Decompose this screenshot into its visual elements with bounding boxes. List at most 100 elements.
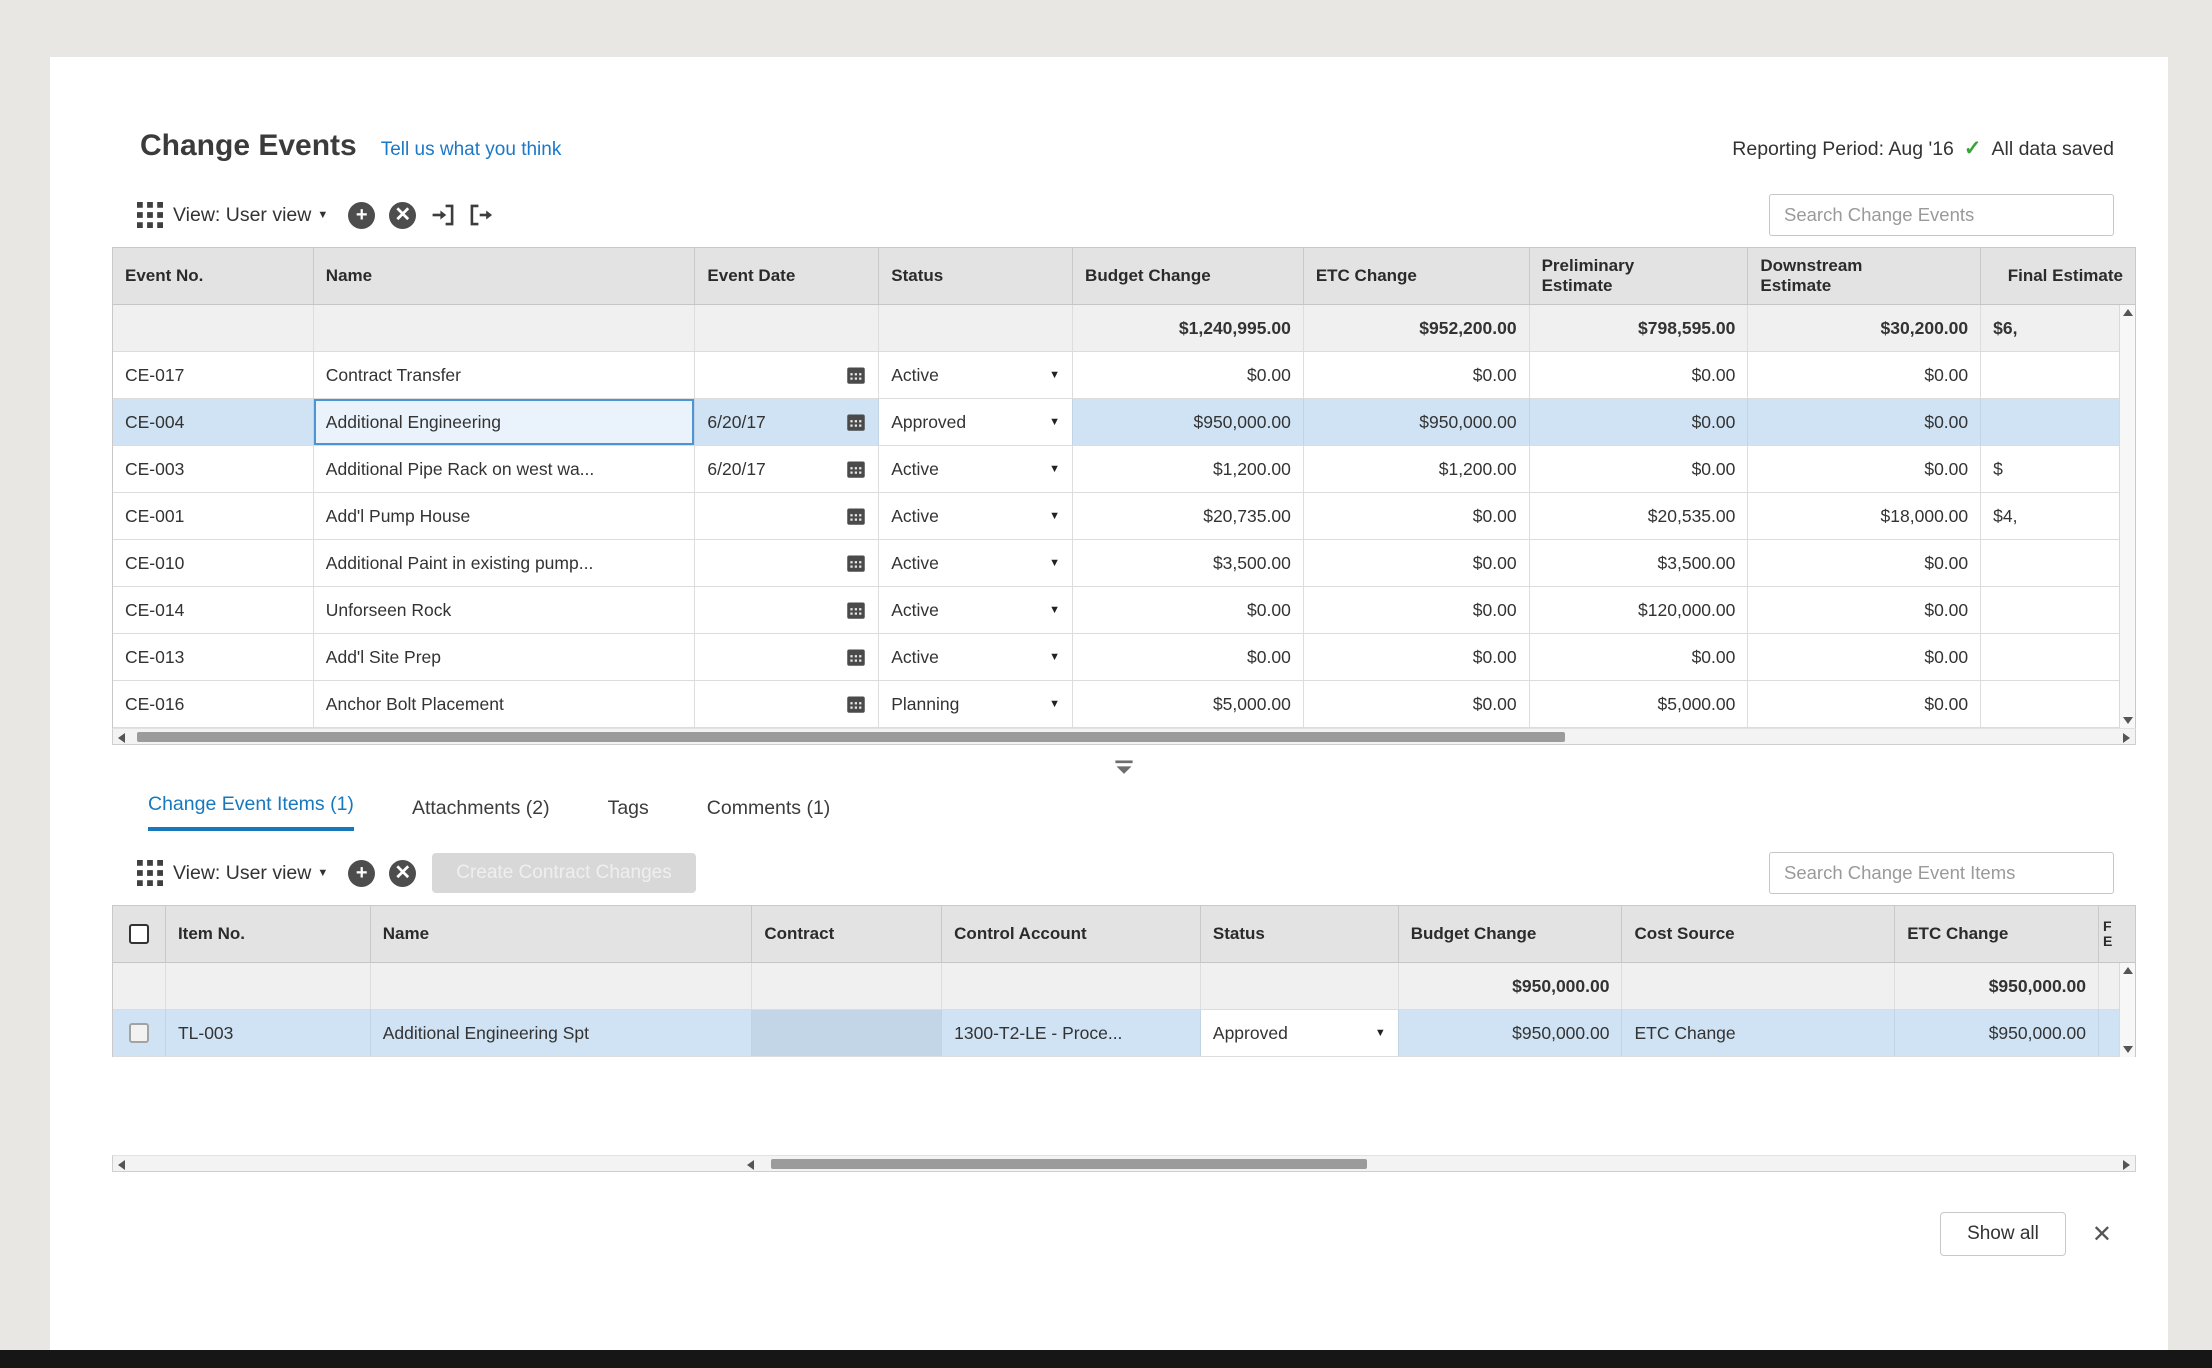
col-header-cost-source[interactable]: Cost Source — [1622, 906, 1895, 962]
calendar-icon[interactable] — [846, 365, 866, 385]
tab-comments[interactable]: Comments (1) — [707, 797, 831, 831]
scroll-right-arrow[interactable] — [2123, 1160, 2130, 1170]
vertical-scrollbar[interactable] — [2119, 305, 2135, 728]
scroll-down-arrow[interactable] — [2123, 717, 2133, 724]
feedback-link[interactable]: Tell us what you think — [381, 139, 562, 161]
delete-row-button[interactable]: ✕ — [389, 860, 416, 887]
table-row[interactable]: CE-016 Anchor Bolt Placement Planning▼ $… — [113, 681, 2135, 728]
tab-attachments[interactable]: Attachments (2) — [412, 797, 550, 831]
select-all-checkbox-cell — [113, 906, 166, 962]
status-dropdown[interactable]: Approved▼ — [1201, 1010, 1399, 1056]
scroll-down-arrow[interactable] — [2123, 1046, 2133, 1053]
status-dropdown[interactable]: Planning▼ — [879, 681, 1073, 727]
caret-down-icon[interactable]: ▼ — [317, 209, 328, 221]
col-header-contract[interactable]: Contract — [752, 906, 942, 962]
status-dropdown[interactable]: Active▼ — [879, 493, 1073, 539]
search-change-event-items-input[interactable] — [1769, 852, 2114, 894]
col-header-status[interactable]: Status — [879, 248, 1073, 304]
status-dropdown[interactable]: Active▼ — [879, 587, 1073, 633]
grid-view-icon[interactable] — [137, 860, 163, 886]
scrollbar-thumb[interactable] — [771, 1159, 1367, 1169]
col-header-event-date[interactable]: Event Date — [695, 248, 879, 304]
vertical-scrollbar[interactable] — [2119, 963, 2135, 1057]
col-header-preliminary-estimate[interactable]: Preliminary Estimate — [1530, 248, 1749, 304]
scroll-left-arrow[interactable] — [118, 1160, 125, 1170]
select-all-checkbox[interactable] — [129, 924, 149, 944]
show-all-button[interactable]: Show all — [1940, 1212, 2066, 1256]
caret-down-icon[interactable]: ▼ — [317, 867, 328, 879]
grid-view-icon[interactable] — [137, 202, 163, 228]
status-dropdown[interactable]: Approved▼ — [879, 399, 1073, 445]
total-preliminary-estimate: $798,595.00 — [1530, 305, 1749, 351]
pane-scroll-left-arrow[interactable] — [747, 1160, 754, 1170]
name-cell-focused[interactable]: Additional Engineering — [314, 399, 696, 445]
total-downstream-estimate: $30,200.00 — [1748, 305, 1981, 351]
col-header-name[interactable]: Name — [371, 906, 753, 962]
col-header-budget-change[interactable]: Budget Change — [1399, 906, 1623, 962]
table-row[interactable]: CE-003 Additional Pipe Rack on west wa..… — [113, 446, 2135, 493]
scrollbar-thumb[interactable] — [137, 732, 1565, 742]
scroll-up-arrow[interactable] — [2123, 967, 2133, 974]
status-dropdown[interactable]: Active▼ — [879, 446, 1073, 492]
table-row[interactable]: CE-014 Unforseen Rock Active▼ $0.00 $0.0… — [113, 587, 2135, 634]
status-dropdown[interactable]: Active▼ — [879, 352, 1073, 398]
col-header-budget-change[interactable]: Budget Change — [1073, 248, 1304, 304]
create-contract-changes-button[interactable]: Create Contract Changes — [432, 853, 695, 893]
caret-down-icon: ▼ — [1049, 369, 1060, 381]
scroll-right-arrow[interactable] — [2123, 733, 2130, 743]
item-row-selected[interactable]: TL-003 Additional Engineering Spt 1300-T… — [113, 1010, 2135, 1057]
calendar-icon[interactable] — [846, 506, 866, 526]
change-event-items-table: Item No. Name Contract Control Account S… — [112, 905, 2136, 1057]
col-header-event-no[interactable]: Event No. — [113, 248, 314, 304]
col-header-etc-change[interactable]: ETC Change — [1304, 248, 1530, 304]
col-header-status[interactable]: Status — [1201, 906, 1399, 962]
tab-change-event-items[interactable]: Change Event Items (1) — [148, 793, 354, 831]
calendar-icon[interactable] — [846, 459, 866, 479]
col-header-name[interactable]: Name — [314, 248, 696, 304]
table-row[interactable]: CE-013 Add'l Site Prep Active▼ $0.00 $0.… — [113, 634, 2135, 681]
items-totals-row: $950,000.00 $950,000.00 — [113, 963, 2135, 1010]
col-header-final-estimate[interactable]: Final Estimate — [1981, 248, 2135, 304]
items-table-empty-area — [112, 1057, 2136, 1155]
total-final-estimate: $6, — [1981, 305, 2135, 351]
items-table-header: Item No. Name Contract Control Account S… — [113, 906, 2135, 963]
import-icon[interactable] — [430, 202, 456, 228]
calendar-icon[interactable] — [846, 412, 866, 432]
horizontal-scrollbar[interactable] — [112, 1155, 2136, 1172]
status-dropdown[interactable]: Active▼ — [879, 540, 1073, 586]
calendar-icon[interactable] — [846, 694, 866, 714]
col-header-etc-change[interactable]: ETC Change — [1895, 906, 2099, 962]
window-bottom-bar — [0, 1350, 2212, 1368]
panel-collapse-handle[interactable] — [112, 759, 2136, 779]
add-row-button[interactable]: + — [348, 860, 375, 887]
col-header-control-account[interactable]: Control Account — [942, 906, 1201, 962]
caret-down-icon: ▼ — [1049, 651, 1060, 663]
calendar-icon[interactable] — [846, 600, 866, 620]
page-title: Change Events — [140, 129, 357, 163]
table-row[interactable]: CE-010 Additional Paint in existing pump… — [113, 540, 2135, 587]
close-icon[interactable]: ✕ — [2092, 1220, 2112, 1249]
table-row[interactable]: CE-001 Add'l Pump House Active▼ $20,735.… — [113, 493, 2135, 540]
calendar-icon[interactable] — [846, 647, 866, 667]
status-dropdown[interactable]: Active▼ — [879, 634, 1073, 680]
check-icon: ✓ — [1964, 136, 1982, 161]
row-checkbox[interactable] — [129, 1023, 149, 1043]
view-selector[interactable]: View: User view — [173, 862, 311, 885]
delete-row-button[interactable]: ✕ — [389, 202, 416, 229]
scroll-left-arrow[interactable] — [118, 733, 125, 743]
scroll-up-arrow[interactable] — [2123, 309, 2133, 316]
table-row-selected[interactable]: CE-004 Additional Engineering 6/20/17 Ap… — [113, 399, 2135, 446]
col-header-item-no[interactable]: Item No. — [166, 906, 371, 962]
search-change-events-input[interactable] — [1769, 194, 2114, 236]
export-icon[interactable] — [468, 202, 494, 228]
tab-tags[interactable]: Tags — [608, 797, 649, 831]
caret-down-icon: ▼ — [1049, 510, 1060, 522]
table-row[interactable]: CE-017 Contract Transfer Active▼ $0.00 $… — [113, 352, 2135, 399]
horizontal-scrollbar[interactable] — [112, 728, 2136, 745]
col-header-downstream-estimate[interactable]: Downstream Estimate — [1748, 248, 1981, 304]
calendar-icon[interactable] — [846, 553, 866, 573]
view-selector[interactable]: View: User view — [173, 204, 311, 227]
events-totals-row: $1,240,995.00 $952,200.00 $798,595.00 $3… — [113, 305, 2135, 352]
contract-cell — [752, 1010, 942, 1056]
add-row-button[interactable]: + — [348, 202, 375, 229]
